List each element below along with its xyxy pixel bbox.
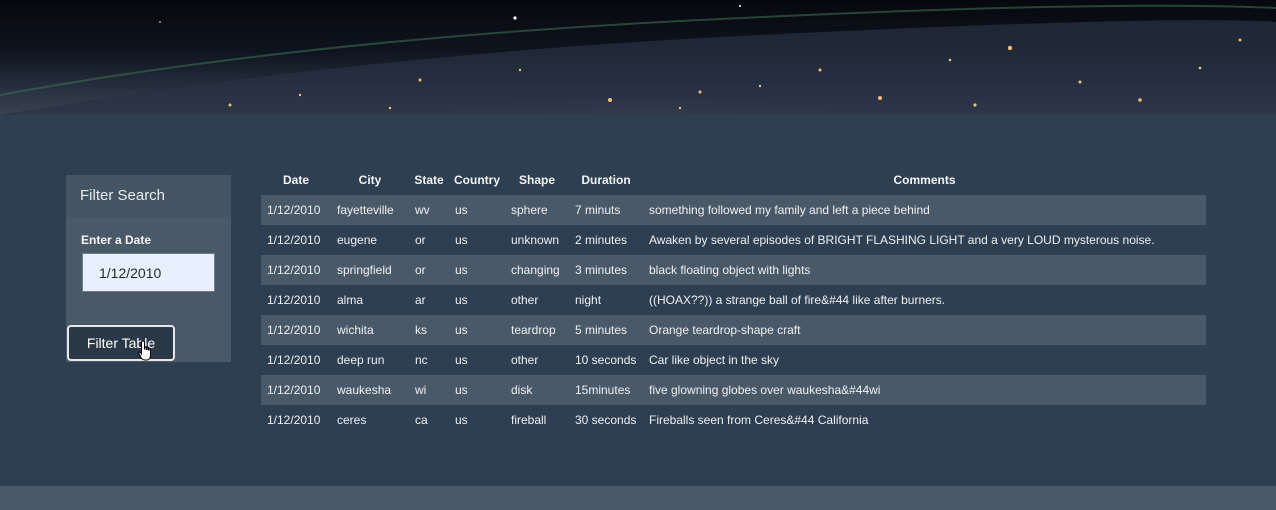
- cell-duration: night: [575, 293, 602, 307]
- table-row: 1/12/2010 springfield or us changing 3 m…: [261, 255, 1206, 285]
- cell-date: 1/12/2010: [267, 293, 321, 307]
- cell-shape: unknown: [511, 233, 560, 247]
- cell-city: deep run: [337, 353, 385, 367]
- cell-duration: 7 minuts: [575, 203, 621, 217]
- cell-shape: other: [511, 353, 539, 367]
- column-header-state[interactable]: State: [409, 165, 449, 195]
- cell-shape: changing: [511, 263, 560, 277]
- cell-city: springfield: [337, 263, 392, 277]
- column-header-comments[interactable]: Comments: [643, 165, 1206, 195]
- cell-state: wv: [415, 203, 430, 217]
- cell-state: ar: [415, 293, 426, 307]
- cell-country: us: [455, 293, 468, 307]
- cell-shape: disk: [511, 383, 533, 397]
- cell-date: 1/12/2010: [267, 263, 321, 277]
- cell-state: nc: [415, 353, 428, 367]
- cell-duration: 30 seconds: [575, 413, 637, 427]
- hand-cursor-icon: [138, 340, 151, 361]
- cell-city: waukesha: [337, 383, 392, 397]
- sightings-table: Date City State Country Shape Duration C…: [261, 165, 1206, 435]
- cell-shape: fireball: [511, 413, 547, 427]
- filter-panel: Filter Search Enter a Date Filter Table: [66, 175, 231, 362]
- cell-state: or: [415, 263, 426, 277]
- table-row: 1/12/2010 deep run nc us other 10 second…: [261, 345, 1206, 375]
- cell-duration: 10 seconds: [575, 353, 637, 367]
- cell-state: or: [415, 233, 426, 247]
- cell-country: us: [455, 413, 468, 427]
- cell-city: eugene: [337, 233, 378, 247]
- hero-banner-earth-image: [0, 0, 1276, 115]
- table-row: 1/12/2010 ceres ca us fireball 30 second…: [261, 405, 1206, 435]
- table-row: 1/12/2010 waukesha wi us disk 15minutes …: [261, 375, 1206, 405]
- cell-duration: 5 minutes: [575, 323, 628, 337]
- cell-shape: teardrop: [511, 323, 556, 337]
- cell-comments: Orange teardrop-shape craft: [649, 323, 801, 337]
- cell-duration: 2 minutes: [575, 233, 628, 247]
- cell-city: fayetteville: [337, 203, 394, 217]
- column-header-duration[interactable]: Duration: [569, 165, 643, 195]
- table-row: 1/12/2010 eugene or us unknown 2 minutes…: [261, 225, 1206, 255]
- cell-city: ceres: [337, 413, 367, 427]
- cell-date: 1/12/2010: [267, 323, 321, 337]
- cell-date: 1/12/2010: [267, 413, 321, 427]
- cell-country: us: [455, 233, 468, 247]
- date-input[interactable]: [82, 253, 215, 292]
- cell-city: wichita: [337, 323, 374, 337]
- cell-country: us: [455, 353, 468, 367]
- cell-country: us: [455, 263, 468, 277]
- cell-date: 1/12/2010: [267, 383, 321, 397]
- cell-date: 1/12/2010: [267, 203, 321, 217]
- cell-shape: other: [511, 293, 539, 307]
- table-header-row: Date City State Country Shape Duration C…: [261, 165, 1206, 195]
- cell-duration: 3 minutes: [575, 263, 628, 277]
- cell-date: 1/12/2010: [267, 233, 321, 247]
- column-header-date[interactable]: Date: [261, 165, 331, 195]
- cell-shape: sphere: [511, 203, 548, 217]
- column-header-shape[interactable]: Shape: [505, 165, 569, 195]
- cell-comments: something followed my family and left a …: [649, 203, 930, 217]
- cell-comments: Car like object in the sky: [649, 353, 780, 367]
- date-field-label: Enter a Date: [81, 233, 152, 247]
- page-footer: [0, 486, 1276, 510]
- cell-country: us: [455, 203, 468, 217]
- cell-state: ca: [415, 413, 428, 427]
- cell-city: alma: [337, 293, 364, 307]
- table-row: 1/12/2010 alma ar us other night ((HOAX?…: [261, 285, 1206, 315]
- table-row: 1/12/2010 wichita ks us teardrop 5 minut…: [261, 315, 1206, 345]
- filter-panel-title: Filter Search: [66, 175, 231, 217]
- cell-comments: Fireballs seen from Ceres&#44 California: [649, 413, 869, 427]
- column-header-country[interactable]: Country: [449, 165, 505, 195]
- cell-state: ks: [415, 323, 427, 337]
- cell-comments: five glowning globes over waukesha&#44wi: [649, 383, 881, 397]
- cell-country: us: [455, 383, 468, 397]
- cell-date: 1/12/2010: [267, 353, 321, 367]
- filter-table-button[interactable]: Filter Table: [67, 325, 175, 361]
- cell-comments: black floating object with lights: [649, 263, 811, 277]
- cell-comments: ((HOAX??)) a strange ball of fire&#44 li…: [649, 293, 946, 307]
- table-row: 1/12/2010 fayetteville wv us sphere 7 mi…: [261, 195, 1206, 225]
- cell-comments: Awaken by several episodes of BRIGHT FLA…: [649, 233, 1155, 247]
- cell-state: wi: [415, 383, 427, 397]
- column-header-city[interactable]: City: [331, 165, 409, 195]
- cell-duration: 15minutes: [575, 383, 631, 397]
- cell-country: us: [455, 323, 468, 337]
